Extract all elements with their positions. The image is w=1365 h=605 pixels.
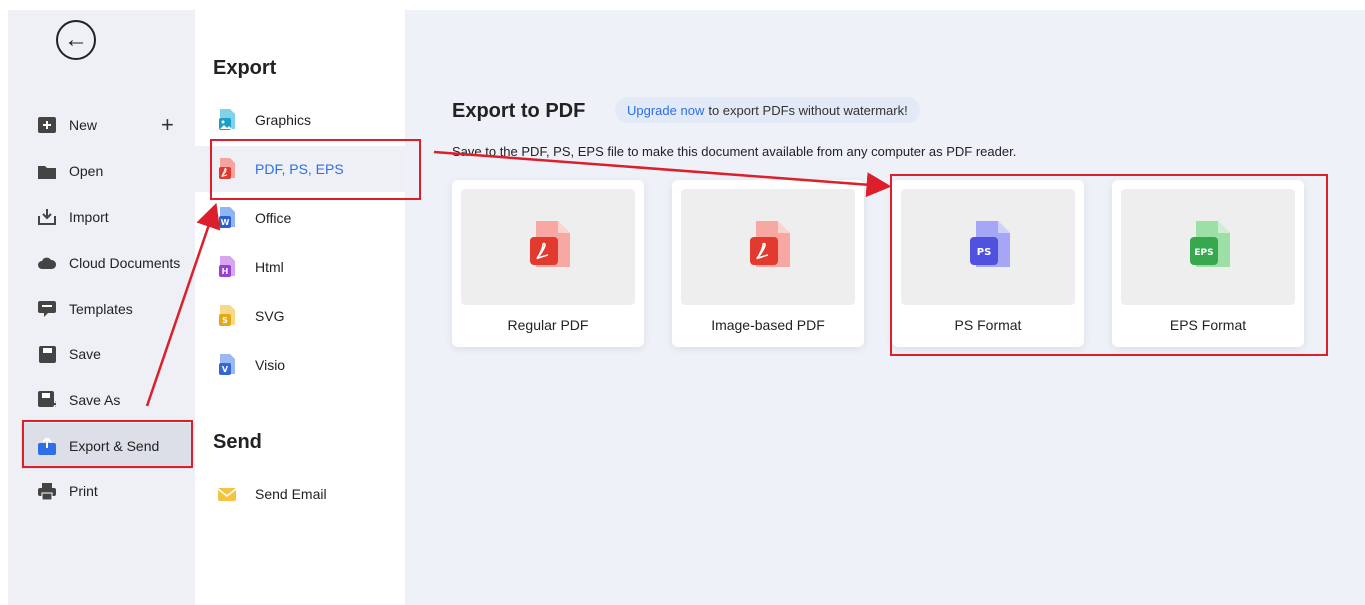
upgrade-banner: Upgrade now to export PDFs without water… (615, 97, 920, 123)
card-thumbnail (681, 189, 855, 305)
export-item-label: Html (255, 259, 284, 275)
office-icon: W (217, 207, 237, 229)
export-icon (38, 437, 56, 455)
export-item-label: Graphics (255, 112, 312, 128)
menu-item-new[interactable]: New + (8, 102, 195, 148)
menu-item-cloud-documents[interactable]: Cloud Documents (8, 240, 195, 286)
upgrade-link[interactable]: Upgrade now (627, 103, 704, 118)
export-item-label: SVG (255, 308, 285, 324)
menu-item-label: Import (69, 209, 109, 225)
svg-text:V: V (222, 365, 229, 374)
card-label: EPS Format (1169, 317, 1247, 333)
menu-item-label: Save As (69, 392, 121, 408)
export-card-regular-pdf[interactable]: Regular PDF (452, 180, 644, 347)
card-label: Image-based PDF (711, 317, 825, 333)
upgrade-text: to export PDFs without watermark! (708, 102, 908, 118)
export-options-panel: Export Graphics PDF, PS, EPS W Office H … (195, 10, 405, 605)
export-item-pdf-ps-eps[interactable]: PDF, PS, EPS (195, 146, 405, 192)
card-label: Regular PDF (507, 317, 589, 333)
arrow-left-icon: ← (64, 26, 88, 53)
templates-icon (38, 301, 56, 317)
send-item-label: Send Email (255, 486, 327, 502)
export-item-svg[interactable]: S SVG (195, 293, 405, 339)
cloud-icon (38, 255, 56, 271)
eps-file-icon: EPS (1186, 220, 1230, 274)
folder-icon (38, 163, 56, 179)
menu-item-export-send[interactable]: Export & Send (21, 423, 193, 469)
back-button[interactable]: ← (56, 20, 96, 60)
export-card-image-pdf[interactable]: Image-based PDF (672, 180, 864, 347)
menu-item-label: Export & Send (69, 438, 160, 454)
menu-item-label: Print (69, 483, 98, 499)
export-section-title: Export (213, 57, 277, 79)
menu-item-open[interactable]: Open (8, 148, 195, 194)
eps-badge: EPS (1194, 248, 1213, 258)
card-thumbnail: EPS (1121, 189, 1295, 305)
ps-file-icon: PS (966, 220, 1010, 274)
send-item-email[interactable]: Send Email (195, 471, 405, 517)
menu-item-print[interactable]: Print (8, 468, 195, 514)
export-card-eps-format[interactable]: EPS EPS Format (1112, 180, 1304, 347)
export-item-label: PDF, PS, EPS (255, 161, 344, 177)
export-card-ps-format[interactable]: PS PS Format (892, 180, 1084, 347)
new-icon (38, 117, 56, 133)
export-item-label: Visio (255, 357, 286, 373)
svg-text:H: H (222, 267, 229, 276)
svg-icon: S (217, 305, 237, 327)
export-item-visio[interactable]: V Visio (195, 342, 405, 388)
menu-item-import[interactable]: Import (8, 194, 195, 240)
print-icon (38, 482, 56, 500)
html-icon: H (217, 256, 237, 278)
save-as-icon (38, 391, 56, 408)
left-menu-panel: ← New + Open Import Cloud Documents Temp… (8, 10, 195, 605)
export-item-office[interactable]: W Office (195, 195, 405, 241)
send-section-title: Send (213, 431, 262, 453)
page-title: Export to PDF (452, 100, 586, 122)
import-icon (38, 209, 56, 225)
export-item-label: Office (255, 210, 292, 226)
menu-item-label: Open (69, 163, 104, 179)
ps-badge: PS (977, 247, 992, 258)
svg-text:S: S (222, 316, 228, 325)
plus-icon[interactable]: + (161, 112, 174, 138)
pdf-file-icon (746, 220, 790, 274)
pdf-file-icon (526, 220, 570, 274)
card-thumbnail (461, 189, 635, 305)
menu-item-label: Cloud Documents (69, 255, 181, 271)
menu-item-label: New (69, 117, 98, 133)
export-content-panel: Export to PDF Upgrade now to export PDFs… (405, 10, 1365, 605)
export-item-html[interactable]: H Html (195, 244, 405, 290)
card-label: PS Format (954, 317, 1022, 333)
menu-item-label: Save (69, 346, 101, 362)
visio-icon: V (217, 354, 237, 376)
save-icon (38, 345, 56, 363)
description-text: Save to the PDF, PS, EPS file to make th… (452, 144, 1017, 159)
menu-item-save-as[interactable]: Save As (8, 377, 195, 423)
pdf-icon (217, 158, 237, 180)
menu-item-label: Templates (69, 301, 133, 317)
card-thumbnail: PS (901, 189, 1075, 305)
graphics-icon (217, 109, 237, 131)
svg-text:W: W (221, 218, 230, 227)
menu-item-templates[interactable]: Templates (8, 286, 195, 332)
menu-item-save[interactable]: Save (8, 331, 195, 377)
export-item-graphics[interactable]: Graphics (195, 97, 405, 143)
email-icon (217, 483, 237, 505)
